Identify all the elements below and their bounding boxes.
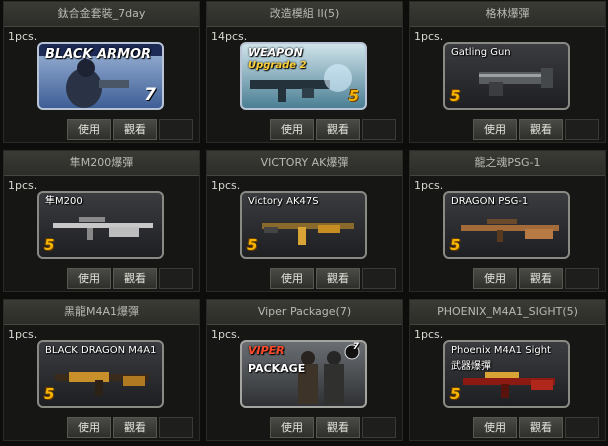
item-quantity: 1pcs.	[8, 179, 38, 192]
item-thumbnail: WEAPON Upgrade 2 5	[240, 42, 367, 110]
empty-button-slot	[159, 417, 193, 438]
item-title: PHOENIX_M4A1_SIGHT(5)	[410, 300, 605, 325]
item-card: 龍之魂PSG-1 1pcs. DRAGON PSG-1 5 使用 觀看	[409, 150, 606, 292]
item-quantity: 1pcs.	[8, 328, 38, 341]
item-title: 龍之魂PSG-1	[410, 151, 605, 176]
item-title: VICTORY AK爆彈	[207, 151, 402, 176]
empty-button-slot	[159, 268, 193, 289]
item-thumbnail: VIPER PACKAGE 7	[240, 340, 367, 408]
item-title: 隼M200爆彈	[4, 151, 199, 176]
thumb-label: BLACK ARMOR	[45, 47, 152, 62]
use-button[interactable]: 使用	[67, 268, 111, 289]
empty-button-slot	[565, 417, 599, 438]
empty-button-slot	[565, 119, 599, 140]
empty-button-slot	[565, 268, 599, 289]
use-button[interactable]: 使用	[270, 417, 314, 438]
item-card: 隼M200爆彈 1pcs. 隼M200 5 使用 觀看	[3, 150, 200, 292]
use-button[interactable]: 使用	[270, 119, 314, 140]
use-button[interactable]: 使用	[270, 268, 314, 289]
grade-badge: 7	[144, 85, 156, 105]
item-card: VICTORY AK爆彈 1pcs. Victory AK47S 5 使用 觀看	[206, 150, 403, 292]
item-thumbnail: Victory AK47S 5	[240, 191, 367, 259]
grade-badge: 5	[348, 87, 359, 105]
item-quantity: 1pcs.	[211, 328, 241, 341]
use-button[interactable]: 使用	[67, 119, 111, 140]
item-card: PHOENIX_M4A1_SIGHT(5) 1pcs. Phoenix M4A1…	[409, 299, 606, 441]
item-thumbnail: Phoenix M4A1 Sight 武器爆彈 5	[443, 340, 570, 408]
item-quantity: 1pcs.	[414, 328, 444, 341]
empty-button-slot	[362, 268, 396, 289]
view-button[interactable]: 觀看	[316, 119, 360, 140]
grade-badge: 5	[44, 236, 55, 254]
empty-button-slot	[362, 417, 396, 438]
view-button[interactable]: 觀看	[519, 417, 563, 438]
view-button[interactable]: 觀看	[113, 417, 157, 438]
item-quantity: 1pcs.	[211, 179, 241, 192]
view-button[interactable]: 觀看	[519, 119, 563, 140]
use-button[interactable]: 使用	[473, 268, 517, 289]
item-card: 黑龍M4A1爆彈 1pcs. BLACK DRAGON M4A1 5 使用 觀看	[3, 299, 200, 441]
item-card: 鈦合金套裝_7day 1pcs. BLACK ARMOR 7 使用 觀看	[3, 1, 200, 143]
item-quantity: 1pcs.	[414, 30, 444, 43]
thumb-sublabel: PACKAGE	[248, 362, 306, 375]
thumb-label: VIPER	[248, 344, 285, 357]
item-card: Viper Package(7) 1pcs. VIPER PACKAGE 7 使…	[206, 299, 403, 441]
grade-badge: 7	[352, 342, 359, 352]
use-button[interactable]: 使用	[67, 417, 111, 438]
use-button[interactable]: 使用	[473, 417, 517, 438]
view-button[interactable]: 觀看	[113, 268, 157, 289]
thumb-label: Victory AK47S	[248, 196, 319, 207]
thumb-sublabel: Upgrade 2	[248, 60, 307, 71]
grade-badge: 5	[450, 236, 461, 254]
item-quantity: 1pcs.	[8, 30, 38, 43]
thumb-label: Gatling Gun	[451, 47, 511, 58]
item-title: 黑龍M4A1爆彈	[4, 300, 199, 325]
grade-badge: 5	[450, 87, 461, 105]
use-button[interactable]: 使用	[473, 119, 517, 140]
item-thumbnail: BLACK ARMOR 7	[37, 42, 164, 110]
item-title: 格林爆彈	[410, 2, 605, 27]
item-quantity: 1pcs.	[414, 179, 444, 192]
empty-button-slot	[159, 119, 193, 140]
item-thumbnail: BLACK DRAGON M4A1 5	[37, 340, 164, 408]
grade-badge: 5	[247, 236, 258, 254]
thumb-label: 隼M200	[45, 196, 83, 207]
item-title: 鈦合金套裝_7day	[4, 2, 199, 27]
grade-badge: 5	[450, 385, 461, 403]
empty-button-slot	[362, 119, 396, 140]
inventory-grid: 鈦合金套裝_7day 1pcs. BLACK ARMOR 7 使用 觀看 改造模…	[0, 0, 608, 446]
item-thumbnail: Gatling Gun 5	[443, 42, 570, 110]
thumb-label: WEAPON	[248, 46, 303, 59]
item-title: Viper Package(7)	[207, 300, 402, 325]
view-button[interactable]: 觀看	[316, 417, 360, 438]
item-title: 改造模組 II(5)	[207, 2, 402, 27]
view-button[interactable]: 觀看	[519, 268, 563, 289]
thumb-label: Phoenix M4A1 Sight	[451, 345, 551, 356]
grade-badge: 5	[44, 385, 55, 403]
view-button[interactable]: 觀看	[113, 119, 157, 140]
item-card: 格林爆彈 1pcs. Gatling Gun 5 使用 觀看	[409, 1, 606, 143]
item-thumbnail: 隼M200 5	[37, 191, 164, 259]
item-quantity: 14pcs.	[211, 30, 248, 43]
item-card: 改造模組 II(5) 14pcs. WEAPON Upgrade 2 5 使用 …	[206, 1, 403, 143]
thumb-label: DRAGON PSG-1	[451, 196, 529, 207]
thumb-sublabel: 武器爆彈	[451, 361, 491, 372]
thumb-label: BLACK DRAGON M4A1	[45, 345, 157, 356]
item-thumbnail: DRAGON PSG-1 5	[443, 191, 570, 259]
view-button[interactable]: 觀看	[316, 268, 360, 289]
